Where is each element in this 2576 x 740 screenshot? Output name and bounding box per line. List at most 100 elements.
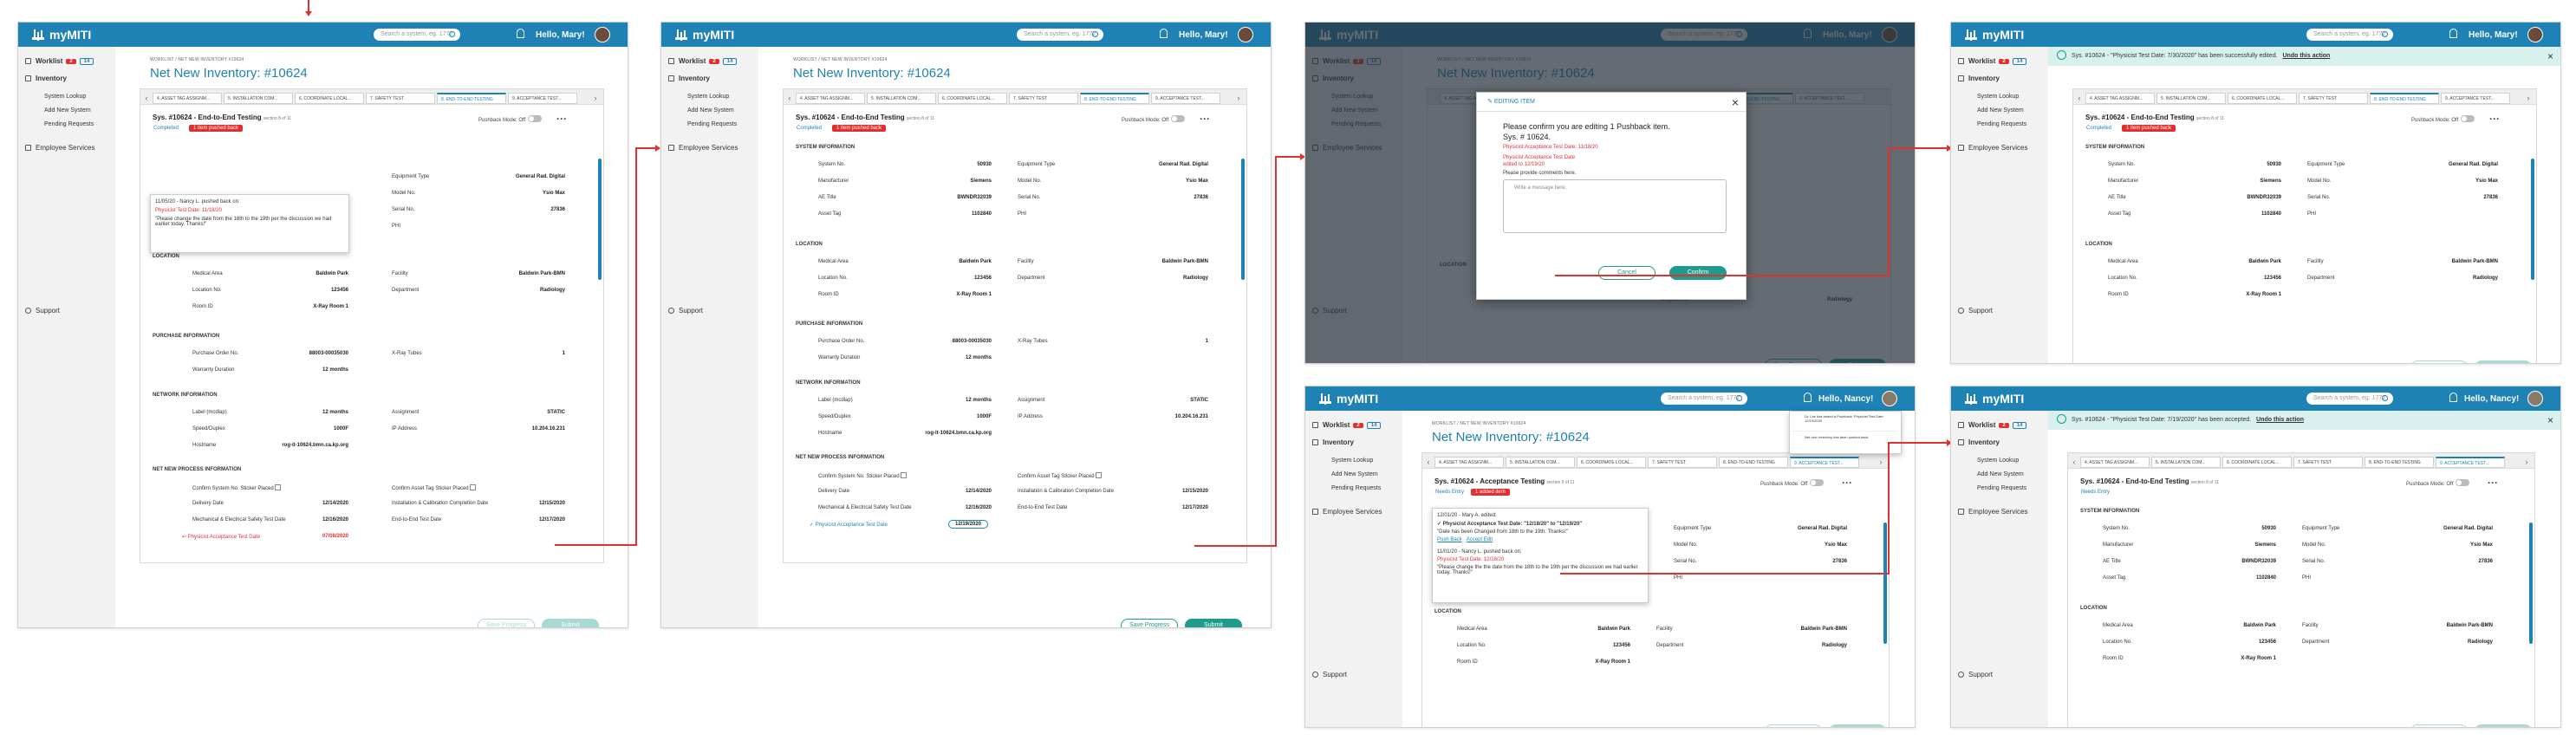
submit-button[interactable]: Submit [1829, 724, 1886, 727]
submit-button[interactable]: Submit [2475, 360, 2532, 363]
tab-acceptance[interactable]: 9. ACCEPTANCE TEST... [2436, 457, 2505, 468]
confirm-sticker-field[interactable]: Confirm System No. Sticker Placed [192, 484, 282, 491]
scrollbar[interactable] [598, 159, 602, 280]
more-options-icon[interactable]: ··· [1842, 477, 1852, 488]
sidebar-item-add-new-system[interactable]: Add New System [1977, 471, 2024, 477]
sidebar-item-support[interactable]: Support [1312, 671, 1347, 678]
tab-prev-arrow[interactable]: ‹ [142, 93, 151, 103]
avatar[interactable] [1882, 391, 1897, 406]
avatar[interactable] [1238, 27, 1253, 42]
sidebar-item-inventory[interactable]: Inventory [25, 75, 67, 82]
sidebar-item-employee-services[interactable]: Employee Services [1958, 144, 2027, 152]
scrollbar[interactable] [2529, 523, 2533, 644]
bell-icon[interactable] [1804, 393, 1812, 402]
tab-safety[interactable]: 7. SAFETY TEST [2299, 93, 2368, 104]
scrollbar[interactable] [1883, 523, 1887, 644]
sidebar-item-inventory[interactable]: Inventory [668, 75, 710, 82]
confirm-sticker-field[interactable]: Confirm System No. Sticker Placed [818, 472, 907, 479]
comment-textarea[interactable]: Write a message here. [1503, 179, 1727, 233]
sidebar-item-employee-services[interactable]: Employee Services [25, 144, 94, 152]
sidebar-item-support[interactable]: Support [1958, 307, 1993, 315]
app-logo[interactable]: myMITI [1965, 28, 2024, 42]
pushback-mode-toggle[interactable]: Pushback Mode: Off [2411, 115, 2475, 123]
tab-prev-arrow[interactable]: ‹ [2075, 93, 2084, 103]
status-badge-added[interactable]: 1 added item [1471, 489, 1510, 496]
app-logo[interactable]: myMITI [675, 28, 734, 42]
tab-end-to-end[interactable]: 8. END-TO-END TESTING [2370, 93, 2439, 104]
app-logo[interactable]: myMITI [1965, 392, 2024, 406]
bell-icon[interactable] [1160, 29, 1168, 38]
tab-next-arrow[interactable]: › [2524, 93, 2533, 103]
save-progress-button[interactable]: Save Progress [2410, 724, 2468, 727]
tab-prev-arrow[interactable]: ‹ [2070, 457, 2078, 467]
status-badge-pushback[interactable]: 1 item pushed back [189, 125, 244, 132]
tab-coordinate[interactable]: 6. COORDINATE LOCAL... [295, 93, 364, 104]
tab-safety[interactable]: 7. SAFETY TEST [2293, 457, 2363, 468]
scrollbar[interactable] [1241, 159, 1245, 280]
tab-coordinate[interactable]: 6. COORDINATE LOCAL... [1577, 457, 1646, 468]
tab-installation[interactable]: 5. INSTALLATION COM... [2156, 93, 2226, 104]
undo-link[interactable]: Undo this action [2256, 417, 2304, 423]
more-options-icon[interactable]: ··· [2488, 477, 2498, 488]
save-progress-button[interactable]: Save Progress [2410, 360, 2468, 363]
submit-button[interactable]: Submit [2475, 724, 2532, 727]
sidebar-item-employee-services[interactable]: Employee Services [668, 144, 738, 152]
tab-coordinate[interactable]: 6. COORDINATE LOCAL... [938, 93, 1007, 104]
search-input[interactable]: Search a system, eg. 1772 [2306, 393, 2393, 405]
tab-next-arrow[interactable]: › [591, 93, 600, 103]
status-badge-pushback[interactable]: 1 item pushed back [832, 125, 887, 132]
sidebar-item-employee-services[interactable]: Employee Services [1312, 508, 1382, 516]
save-progress-button[interactable]: Save Progress [1121, 619, 1178, 627]
confirm-asset-field[interactable]: Confirm Asset Tag Sticker Placed [392, 484, 477, 491]
sidebar-item-worklist[interactable]: Worklist214 [25, 57, 94, 65]
cancel-button[interactable]: Cancel [1598, 266, 1656, 280]
tab-installation[interactable]: 5. INSTALLATION COM... [2151, 457, 2221, 468]
sidebar-item-pending-requests[interactable]: Pending Requests [1331, 485, 1381, 491]
more-options-icon[interactable]: ··· [556, 114, 567, 124]
avatar[interactable] [2527, 391, 2543, 406]
confirm-asset-field[interactable]: Confirm Asset Tag Sticker Placed [1018, 472, 1103, 479]
sidebar-item-pending-requests[interactable]: Pending Requests [44, 121, 94, 127]
search-input[interactable]: Search a system, eg. 1772 [1017, 29, 1103, 41]
submit-button[interactable]: Submit [1185, 619, 1242, 627]
close-icon[interactable]: × [1732, 95, 1739, 109]
pushback-mode-toggle[interactable]: Pushback Mode: Off [2406, 479, 2470, 487]
tab-asset-tag[interactable]: 4. ASSET TAG ASSIGNM... [2085, 93, 2155, 104]
tab-safety[interactable]: 7. SAFETY TEST [1009, 93, 1078, 104]
tab-prev-arrow[interactable]: ‹ [785, 93, 794, 103]
more-options-icon[interactable]: ··· [2489, 114, 2500, 124]
sidebar-item-add-new-system[interactable]: Add New System [44, 107, 91, 114]
checkbox[interactable] [901, 472, 907, 478]
notification-item[interactable]: Net new inventory has been pushed back [1792, 435, 1898, 439]
status-badge-pushback[interactable]: 1 item pushed back [2122, 125, 2176, 132]
sidebar-item-pending-requests[interactable]: Pending Requests [687, 121, 737, 127]
tab-next-arrow[interactable]: › [2522, 457, 2531, 467]
app-logo[interactable]: myMITI [1319, 392, 1378, 406]
pushback-mode-toggle[interactable]: Pushback Mode: Off [478, 115, 543, 123]
sidebar-item-pending-requests[interactable]: Pending Requests [1977, 121, 2026, 127]
sidebar-item-system-lookup[interactable]: System Lookup [1331, 458, 1373, 464]
avatar[interactable] [2527, 27, 2543, 42]
tab-end-to-end[interactable]: 8. END-TO-END TESTING [1080, 93, 1149, 104]
bell-icon[interactable] [517, 29, 524, 38]
sidebar-item-employee-services[interactable]: Employee Services [1958, 508, 2027, 516]
search-input[interactable]: Search a system, eg. 1772 [374, 29, 460, 41]
sidebar-item-support[interactable]: Support [1958, 671, 1993, 678]
breadcrumb[interactable]: WORKLIST / NET NEW INVENTORY #10624 [1432, 421, 1526, 426]
tab-asset-tag[interactable]: 4. ASSET TAG ASSIGNM... [1434, 457, 1504, 468]
tab-next-arrow[interactable]: › [1877, 457, 1885, 467]
more-options-icon[interactable]: ··· [1200, 114, 1210, 124]
sidebar-item-pending-requests[interactable]: Pending Requests [1977, 485, 2026, 491]
sidebar-item-support[interactable]: Support [668, 307, 703, 315]
tab-safety[interactable]: 7. SAFETY TEST [366, 93, 435, 104]
tab-installation[interactable]: 5. INSTALLATION COM... [224, 93, 293, 104]
submit-button[interactable]: Submit [542, 619, 599, 627]
sidebar-item-worklist[interactable]: Worklist214 [1958, 421, 2027, 429]
sidebar-item-inventory[interactable]: Inventory [1958, 75, 2000, 82]
tab-installation[interactable]: 5. INSTALLATION COM... [867, 93, 936, 104]
tab-acceptance[interactable]: 9. ACCEPTANCE TEST... [2441, 93, 2510, 104]
accept-edit-link[interactable]: Accept Edit [1467, 537, 1493, 542]
sidebar-item-worklist[interactable]: Worklist214 [1312, 421, 1382, 429]
tab-asset-tag[interactable]: 4. ASSET TAG ASSIGNM... [2080, 457, 2150, 468]
confirm-button[interactable]: Confirm [1669, 266, 1727, 280]
